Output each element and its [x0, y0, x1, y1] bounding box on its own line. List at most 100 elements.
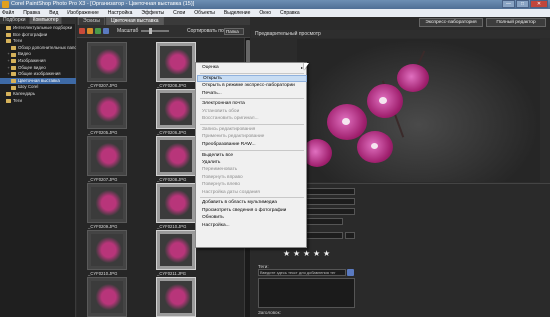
menu-separator	[200, 72, 304, 74]
add-tag-icon[interactable]	[347, 269, 354, 276]
thumbnail[interactable]	[156, 230, 196, 270]
context-menu-item[interactable]: Запись редактирования	[197, 126, 307, 133]
close-button[interactable]: ✕	[530, 0, 548, 8]
thumbnail[interactable]	[156, 42, 196, 82]
expand-icon[interactable]: +	[7, 65, 10, 72]
menu-image[interactable]: Изображение	[67, 10, 99, 16]
context-menu-item[interactable]: Применить редактирование	[197, 133, 307, 140]
expand-icon[interactable]: +	[7, 71, 10, 78]
folder-tree-item[interactable]: Интеллектуальные подборки	[0, 25, 76, 32]
rating-star-5[interactable]: ★	[323, 249, 330, 258]
folder-tree-item[interactable]: Календарь	[0, 91, 76, 98]
context-menu-item[interactable]: Открыть в режиме экспресс-лаборатории	[197, 82, 307, 89]
tags-input[interactable]: Введите здесь текст для добавления тег	[258, 269, 346, 276]
folder-icon	[6, 39, 11, 44]
menu-edit[interactable]: Правка	[23, 10, 40, 16]
info-field[interactable]	[305, 188, 355, 195]
rating-star-4[interactable]: ★	[313, 249, 320, 258]
info-field[interactable]	[305, 218, 343, 225]
edit-icon[interactable]	[87, 28, 93, 34]
image-icon[interactable]	[95, 28, 101, 34]
thumbnail[interactable]	[87, 136, 127, 176]
folder-tree-item[interactable]: + Изображения	[0, 58, 76, 65]
folder-tree-item[interactable]: + Общие изображения	[0, 71, 76, 78]
context-menu-item[interactable]: Обновить	[197, 214, 307, 221]
preview-image	[297, 39, 540, 182]
context-menu-item[interactable]: Установить обои	[197, 108, 307, 115]
info-field[interactable]	[305, 198, 355, 205]
context-menu-item[interactable]: Оценка ▸	[197, 64, 307, 71]
folder-tree-item[interactable]: Обзор дополнительных папок	[0, 45, 76, 52]
folder-icon	[11, 79, 16, 84]
info-icon[interactable]	[103, 28, 109, 34]
folder-icon	[6, 92, 11, 97]
thumbnail[interactable]	[156, 183, 196, 223]
context-menu-item[interactable]: Настройка...	[197, 222, 307, 229]
rating-star-2[interactable]: ★	[293, 249, 300, 258]
thumbnail[interactable]	[87, 89, 127, 129]
rating-star-1[interactable]: ★	[283, 249, 290, 258]
context-menu-item[interactable]: Повернуть влево	[197, 181, 307, 188]
thumbnail[interactable]	[156, 136, 196, 176]
context-menu-item[interactable]: Выделить все	[197, 152, 307, 159]
zoom-label: Масштаб	[117, 28, 139, 34]
thumbnail[interactable]	[87, 183, 127, 223]
context-menu: Оценка ▸ Открыть Открыть в режиме экспресс-…	[195, 62, 307, 248]
full-editor-button[interactable]: Полный редактор	[486, 18, 546, 27]
info-field[interactable]	[305, 208, 355, 215]
title-bar: Corel PaintShop Photo Pro X3 - [Организа…	[0, 0, 550, 9]
zoom-slider-handle[interactable]	[149, 28, 153, 34]
thumbnail[interactable]	[156, 277, 196, 317]
context-menu-item[interactable]: Повернуть вправо	[197, 174, 307, 181]
tags-list[interactable]	[258, 278, 355, 308]
folder-tree-item[interactable]: Теги	[0, 98, 76, 105]
context-menu-item[interactable]: Настройка даты создания	[197, 189, 307, 196]
context-menu-item[interactable]: Электронная почта	[197, 100, 307, 107]
folder-tree-item[interactable]: Теги	[0, 38, 76, 45]
context-menu-item[interactable]: Переименовать	[197, 166, 307, 173]
menu-view[interactable]: Вид	[49, 10, 58, 16]
minimize-button[interactable]: —	[502, 0, 515, 8]
menu-window[interactable]: Окно	[259, 10, 271, 16]
express-lab-button[interactable]: Экспресс-лаборатория	[419, 18, 483, 27]
sort-select[interactable]: Папка	[224, 28, 244, 35]
folder-tree-item[interactable]: Все фотографии	[0, 32, 76, 39]
tab-flower-show[interactable]: Цветочная выставка	[105, 17, 164, 25]
tab-collections[interactable]: Подборки	[0, 17, 30, 24]
folder-tree-item[interactable]: + Видео	[0, 51, 76, 58]
context-menu-item[interactable]: Добавить в область мультимедиа	[197, 199, 307, 206]
tab-computer[interactable]: Компьютер	[29, 17, 63, 24]
context-menu-item[interactable]: Восстановить оригинал...	[197, 115, 307, 122]
context-menu-item[interactable]: Печать...	[197, 90, 307, 97]
context-menu-item[interactable]: Просмотреть сведения о фотографии	[197, 207, 307, 214]
rating-star-3[interactable]: ★	[303, 249, 310, 258]
context-menu-item[interactable]: Открыть	[197, 74, 307, 83]
tab-thumbnails[interactable]: Эскизы	[78, 17, 105, 25]
thumbnail[interactable]	[87, 42, 127, 82]
context-menu-item[interactable]: Удалить	[197, 159, 307, 166]
thumbnail[interactable]	[87, 230, 127, 270]
folder-tree-item[interactable]: Цветочная выставка	[0, 77, 76, 85]
sort-label: Сортировать по:	[187, 28, 226, 34]
expand-icon[interactable]: +	[7, 51, 10, 58]
menu-selection[interactable]: Выделение	[224, 10, 251, 16]
thumbnail-image	[91, 187, 123, 219]
folder-tree-item[interactable]: + Общее видео	[0, 65, 76, 72]
thumbnail[interactable]	[156, 89, 196, 129]
menu-layers[interactable]: Слои	[173, 10, 185, 16]
folder-tree-item[interactable]: Шоу Corel	[0, 84, 76, 91]
context-menu-item[interactable]: Преобразование RAW...	[197, 141, 307, 148]
thumbnail[interactable]	[87, 277, 127, 317]
menu-adjust[interactable]: Настройка	[108, 10, 133, 16]
expand-icon[interactable]: +	[7, 58, 10, 65]
thumbnail-image	[160, 93, 192, 125]
delete-icon[interactable]	[79, 28, 85, 34]
zoom-slider[interactable]	[141, 28, 170, 34]
menu-help[interactable]: Справка	[280, 10, 300, 16]
menu-objects[interactable]: Объекты	[194, 10, 215, 16]
maximize-button[interactable]: □	[516, 0, 529, 8]
info-field[interactable]	[305, 232, 343, 239]
menu-file[interactable]: Файл	[2, 10, 14, 16]
menu-effects[interactable]: Эффекты	[141, 10, 164, 16]
info-field-button[interactable]	[345, 232, 355, 239]
